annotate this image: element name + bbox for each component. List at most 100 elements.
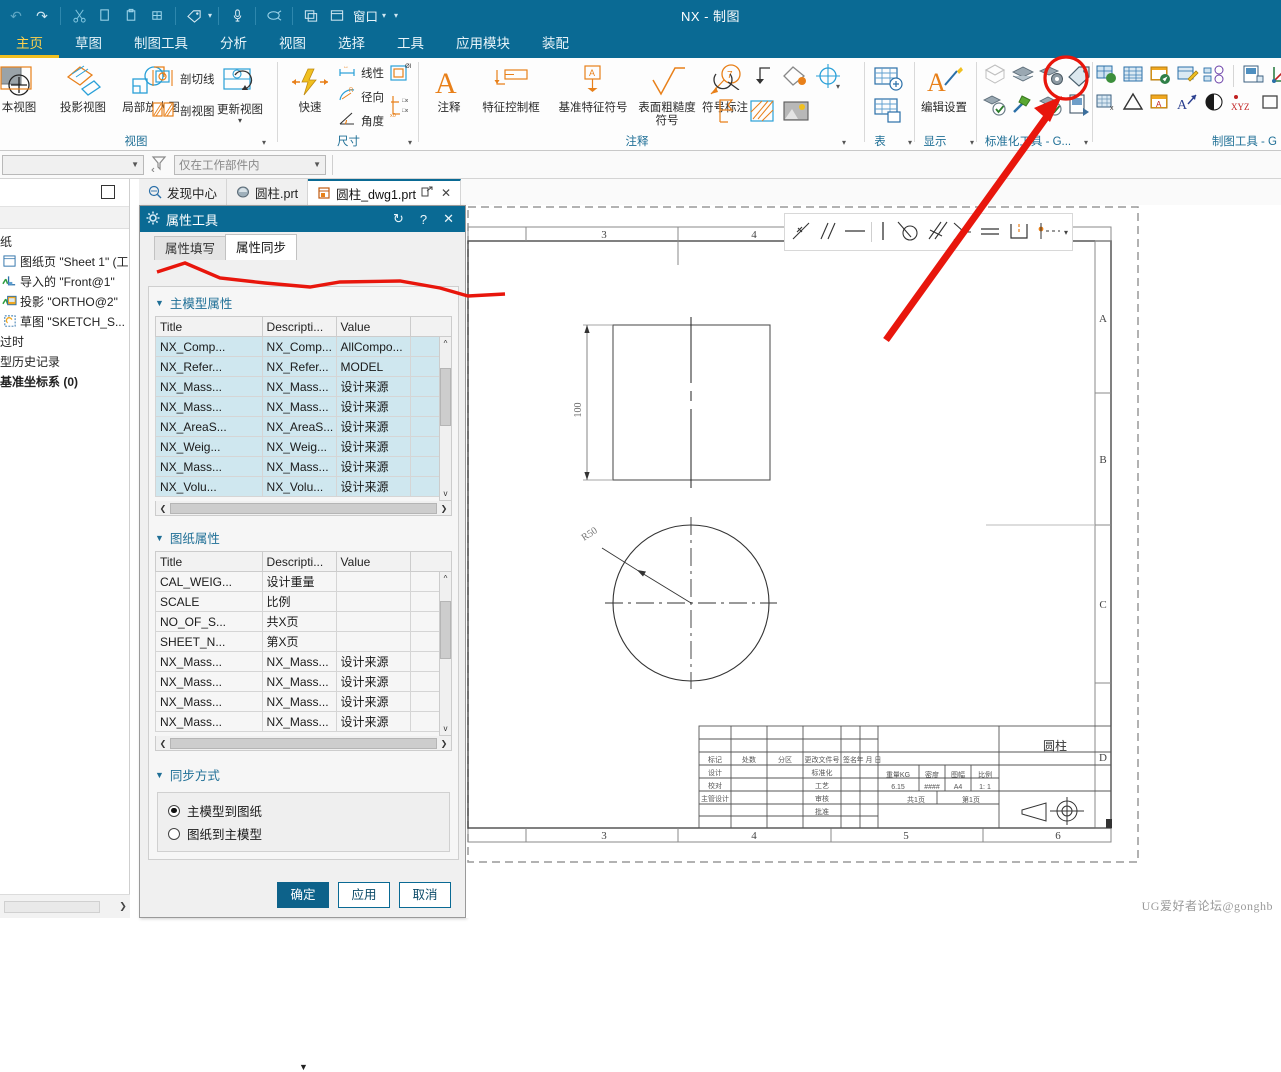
tree-node-projected-ortho[interactable]: 投影 "ORTHO@2"	[0, 291, 129, 311]
angular-dimension-button[interactable]: 角度	[337, 110, 384, 131]
linear-dimension-button[interactable]: ↔ 线性	[337, 62, 384, 83]
reset-icon[interactable]: ↻	[388, 211, 409, 227]
table-cell[interactable]: NX_Mass...	[261, 456, 337, 477]
close-icon[interactable]: ✕	[441, 186, 451, 200]
table-cell[interactable]	[335, 591, 411, 612]
table-cell[interactable]: 比例	[261, 591, 337, 612]
table-cell[interactable]: 设计来源	[335, 456, 411, 477]
cascade-windows-icon[interactable]	[299, 4, 323, 28]
table-row[interactable]: SCALE 比例	[155, 591, 453, 612]
table-cell[interactable]: NX_Mass...	[155, 651, 263, 672]
table-cell[interactable]: NX_Mass...	[155, 396, 263, 417]
point-on-curve-icon[interactable]	[1034, 219, 1062, 246]
dialog-tab-fill[interactable]: 属性填写	[154, 236, 227, 260]
filter-icon[interactable]	[150, 154, 168, 175]
ribbon-group-standardization-expand[interactable]: ▾	[1084, 138, 1088, 147]
tab-drafting-tools[interactable]: 制图工具	[118, 31, 204, 58]
ribbon-group-dimension-expand[interactable]: ▾	[408, 138, 412, 147]
tab-sketch[interactable]: 草图	[59, 31, 118, 58]
dialog-tab-sync[interactable]: 属性同步	[225, 234, 298, 260]
tab-view[interactable]: 视图	[263, 31, 322, 58]
sheet-navigate-icon[interactable]	[1148, 62, 1172, 89]
table-cell[interactable]: NX_Volu...	[261, 476, 337, 497]
scroll-down-arrow[interactable]: v	[440, 722, 451, 735]
scroll-right-arrow[interactable]: ❯	[437, 504, 451, 513]
triangle-icon[interactable]	[1121, 90, 1145, 117]
table-row[interactable]: NX_Weig... NX_Weig... 设计来源	[155, 436, 453, 457]
table-cell[interactable]: NX_Weig...	[261, 436, 337, 457]
command-finder-icon[interactable]	[262, 4, 286, 28]
tree-node-sketch[interactable]: 草图 "SKETCH_S...	[0, 311, 129, 331]
tab-cylinder-dwg1[interactable]: 圆柱_dwg1.prt ✕	[308, 179, 462, 205]
drawing-canvas[interactable]: 3 4 3 4 5 6 A B C D 100 R50 标记 处数 分区 更改文…	[466, 205, 1281, 918]
perpendicular-constraint-icon[interactable]	[924, 219, 948, 246]
apply-button[interactable]: 应用	[338, 882, 390, 908]
grid-x-icon[interactable]: x	[1094, 90, 1118, 117]
table-cell[interactable]: NX_Weig...	[155, 436, 263, 457]
paste-icon[interactable]	[119, 4, 143, 28]
equal-constraint-icon[interactable]	[976, 219, 1004, 246]
base-view-button[interactable]: 本视图	[0, 62, 50, 114]
scope-filter-combo[interactable]: 仅在工作部件内 ▼	[174, 154, 326, 175]
midpoint-constraint-icon[interactable]	[1006, 219, 1032, 246]
text-arrow-icon[interactable]: A	[1175, 90, 1199, 117]
scroll-thumb[interactable]	[440, 368, 451, 426]
edit-sheet-icon[interactable]	[1175, 62, 1199, 89]
table-row[interactable]: NX_Refer... NX_Refer... MODEL	[155, 356, 453, 377]
scroll-right-arrow[interactable]: ❯	[116, 901, 130, 912]
tree-node-imported-front[interactable]: 导入的 "Front@1"	[0, 271, 129, 291]
insert-table-icon[interactable]	[1094, 62, 1118, 89]
master-table-hscrollbar[interactable]: ❮ ❯	[155, 501, 452, 516]
cancel-button[interactable]: 取消	[399, 882, 451, 908]
coincident-constraint-icon[interactable]	[789, 219, 813, 246]
section-sheet-properties[interactable]: ▼ 图纸属性	[149, 522, 458, 551]
qat-overflow-caret[interactable]: ▾	[394, 11, 398, 20]
table-cell[interactable]: NX_Mass...	[155, 711, 263, 732]
centerline-button[interactable]	[712, 62, 742, 93]
image-button[interactable]	[782, 98, 810, 127]
update-view-caret[interactable]: ▾	[208, 116, 272, 125]
table-cell[interactable]: NX_Mass...	[261, 691, 337, 712]
check-drawing-icon[interactable]	[982, 62, 1008, 91]
ribbon-group-annotation-expand[interactable]: ▾	[842, 138, 846, 147]
table-cell[interactable]: NX_Mass...	[155, 671, 263, 692]
panel-horizontal-scrollbar[interactable]: ❯	[0, 894, 130, 918]
table-row[interactable]: NX_Mass... NX_Mass... 设计来源	[155, 376, 453, 397]
scroll-thumb[interactable]	[440, 601, 451, 659]
leader-button[interactable]	[748, 62, 774, 93]
scroll-left-arrow[interactable]: ❮	[156, 739, 170, 748]
update-view-button[interactable]: 更新视图 ▾	[208, 64, 272, 125]
table-cell[interactable]: NX_AreaS...	[155, 416, 263, 437]
window-menu-label[interactable]: 窗口	[351, 6, 380, 25]
sketch-constraint-toolbar[interactable]: ▾	[784, 213, 1074, 251]
dialog-expand-toggle[interactable]: ▼	[148, 1062, 459, 1072]
section-view-button[interactable]: 剖视图	[150, 98, 215, 123]
undo-icon[interactable]: ↶	[4, 4, 28, 28]
table-cell[interactable]: SHEET_N...	[155, 631, 263, 652]
table-cell[interactable]: NX_AreaS...	[261, 416, 337, 437]
feature-control-frame-button[interactable]: 特征控制框	[472, 62, 550, 114]
pin-panel-button[interactable]	[101, 185, 115, 199]
table-row[interactable]: NX_Mass... NX_Mass... 设计来源	[155, 711, 453, 732]
tab-cylinder-part[interactable]: 圆柱.prt	[227, 179, 309, 205]
tag-icon[interactable]	[182, 4, 206, 28]
table-row[interactable]: CAL_WEIG... 设计重量	[155, 571, 453, 592]
scroll-thumb[interactable]	[4, 900, 100, 913]
surface-finish-button[interactable]: 表面粗糙度符号	[636, 62, 698, 128]
part-family-icon[interactable]	[1121, 62, 1145, 89]
table-cell[interactable]	[335, 631, 411, 652]
table-cell[interactable]: NX_Comp...	[261, 336, 337, 357]
table-cell[interactable]	[335, 571, 411, 592]
toolbar-overflow-caret[interactable]: ▾	[1064, 228, 1068, 237]
section-line-button[interactable]: 剖切线	[150, 66, 215, 91]
table-cell[interactable]: 设计来源	[335, 691, 411, 712]
table-cell[interactable]: NX_Volu...	[155, 476, 263, 497]
window-dropdown-caret[interactable]: ▾	[382, 11, 386, 20]
close-icon[interactable]: ✕	[438, 211, 459, 227]
parts-list-button[interactable]	[872, 96, 904, 129]
table-cell[interactable]: NX_Mass...	[155, 691, 263, 712]
scroll-up-arrow[interactable]: ^	[440, 337, 451, 350]
help-icon[interactable]: ?	[415, 212, 432, 227]
parallel-constraint-icon[interactable]	[815, 219, 839, 246]
table-cell[interactable]: 设计重量	[261, 571, 337, 592]
